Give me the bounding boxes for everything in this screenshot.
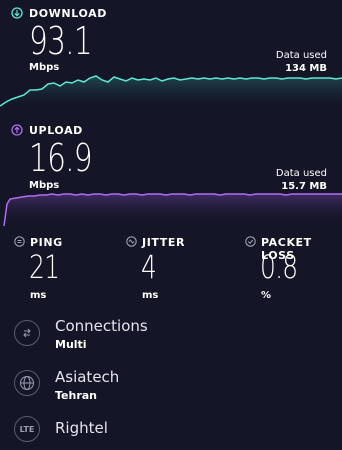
- download-arrow-icon: [11, 7, 23, 19]
- download-data-used-label: Data used: [275, 50, 327, 61]
- download-speed-value: 93.1: [29, 19, 93, 63]
- globe-icon: [14, 370, 40, 396]
- connections-icon: [14, 320, 40, 346]
- upload-data-used-label: Data used: [275, 168, 327, 179]
- connections-value: Multi: [55, 338, 87, 351]
- server-location: Tehran: [55, 389, 98, 402]
- upload-speed-value: 16.9: [29, 136, 93, 180]
- packet-loss-icon: [245, 236, 256, 247]
- lte-icon: LTE: [14, 416, 40, 442]
- ping-unit: ms: [30, 290, 47, 301]
- ping-icon: [14, 236, 25, 247]
- upload-arrow-icon: [11, 124, 23, 136]
- ping-value: 21: [29, 248, 60, 286]
- server-name: Asiatech: [55, 368, 120, 386]
- jitter-unit: ms: [142, 290, 159, 301]
- lte-badge: LTE: [19, 424, 35, 434]
- download-speed-graph: [0, 75, 342, 112]
- provider-name: Rightel: [55, 419, 108, 437]
- jitter-value: 4: [141, 248, 157, 286]
- connections-title: Connections: [55, 317, 148, 335]
- jitter-icon: [126, 236, 137, 247]
- packet-loss-value: 0.8: [260, 248, 298, 286]
- upload-speed-graph: [3, 193, 342, 228]
- packet-loss-unit: %: [261, 290, 272, 301]
- globe-glyph-icon: [20, 376, 34, 390]
- connections-arrows-icon: [23, 328, 31, 338]
